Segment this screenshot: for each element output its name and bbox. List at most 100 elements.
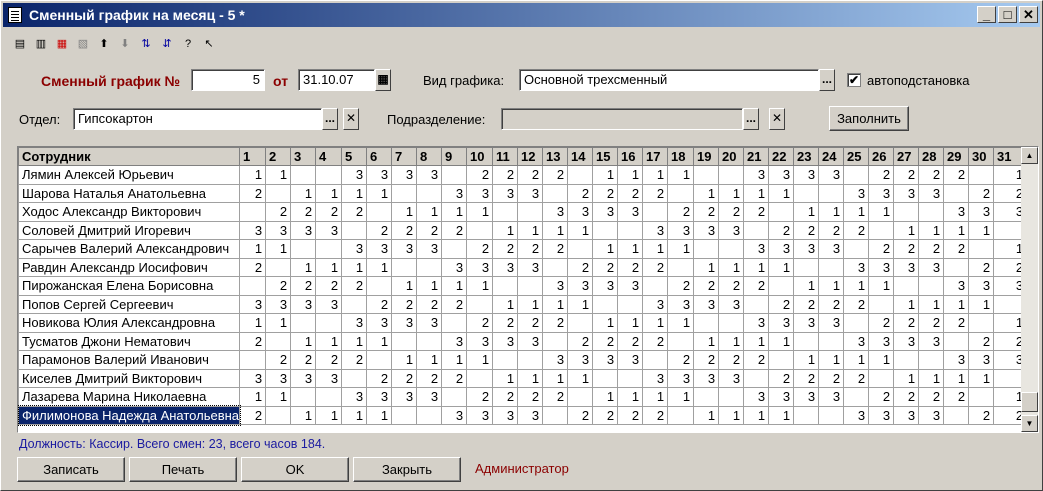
shift-cell[interactable]: 3 [968, 350, 995, 370]
shift-cell[interactable]: 1 [265, 313, 292, 333]
scroll-thumb[interactable] [1021, 392, 1038, 412]
shift-cell[interactable]: 3 [918, 257, 945, 277]
shift-cell[interactable] [391, 183, 418, 203]
shift-cell[interactable]: 2 [416, 294, 443, 314]
shift-cell[interactable] [667, 405, 695, 425]
shift-cell[interactable]: 2 [517, 387, 544, 407]
day-column-header[interactable]: 5 [341, 147, 368, 166]
shift-cell[interactable]: 1 [290, 405, 317, 425]
employee-name-cell[interactable]: Шарова Наталья Анатольевна [18, 183, 241, 203]
shift-cell[interactable] [416, 405, 443, 425]
day-column-header[interactable]: 25 [843, 147, 870, 166]
shift-cell[interactable]: 1 [718, 183, 745, 203]
shift-cell[interactable]: 2 [592, 405, 619, 425]
shift-cell[interactable]: 2 [315, 202, 343, 222]
day-column-header[interactable]: 15 [592, 147, 619, 166]
shift-cell[interactable]: 2 [918, 165, 945, 185]
day-column-header[interactable]: 14 [567, 147, 594, 166]
table-row[interactable]: Киселев Дмитрий Викторович 3 3 3 3 2 2 2 2 1 1 1 1 3 3… [18, 368, 1028, 388]
shift-cell[interactable] [743, 368, 770, 388]
shift-cell[interactable]: 3 [567, 350, 594, 370]
day-column-header[interactable]: 27 [893, 147, 920, 166]
shift-cell[interactable]: 2 [441, 294, 468, 314]
autosubstitution-checkbox[interactable]: ✔ [847, 73, 861, 87]
schedule-grid[interactable]: Сотрудник 1 2 3 4 5 6 7 8 9 10 11 12 13 14 15 16 17 18 19 20… [17, 146, 1039, 433]
shift-cell[interactable] [239, 350, 267, 370]
employee-name-cell[interactable]: Сарычев Валерий Александрович [18, 239, 241, 259]
shift-cell[interactable]: 3 [743, 313, 770, 333]
shift-cell[interactable]: 3 [843, 183, 870, 203]
shift-cell[interactable]: 2 [265, 202, 292, 222]
close-button[interactable]: ✕ [1019, 6, 1038, 23]
shift-cell[interactable]: 2 [466, 313, 494, 333]
shift-cell[interactable] [366, 350, 393, 370]
delete-row-icon[interactable]: ▦ [53, 35, 71, 53]
shift-cell[interactable]: 2 [818, 294, 845, 314]
shift-cell[interactable] [391, 257, 418, 277]
shift-cell[interactable]: 1 [567, 294, 594, 314]
shift-cell[interactable]: 1 [341, 183, 368, 203]
shift-cell[interactable]: 1 [466, 276, 494, 296]
shift-cell[interactable] [968, 239, 995, 259]
copy-row-icon[interactable]: ▥ [32, 35, 50, 53]
shift-cell[interactable]: 3 [517, 183, 544, 203]
shift-cell[interactable]: 2 [542, 387, 569, 407]
shift-cell[interactable]: 3 [239, 368, 267, 388]
vertical-scrollbar[interactable]: ▲ ▼ [1021, 147, 1038, 432]
shift-cell[interactable]: 2 [793, 368, 820, 388]
shift-cell[interactable] [693, 165, 720, 185]
shift-cell[interactable]: 2 [693, 350, 720, 370]
shift-cell[interactable]: 3 [918, 183, 945, 203]
shift-cell[interactable]: 1 [466, 202, 494, 222]
shift-cell[interactable]: 1 [366, 405, 393, 425]
shift-cell[interactable]: 3 [416, 387, 443, 407]
employee-name-cell[interactable]: Новикова Юлия Александровна [18, 313, 241, 333]
shift-cell[interactable]: 3 [893, 183, 920, 203]
shift-cell[interactable]: 1 [492, 220, 519, 240]
shift-cell[interactable]: 2 [868, 387, 895, 407]
shift-cell[interactable] [441, 165, 468, 185]
shift-cell[interactable]: 3 [567, 202, 594, 222]
shift-cell[interactable]: 3 [768, 387, 795, 407]
shift-cell[interactable]: 3 [542, 276, 569, 296]
shift-cell[interactable]: 2 [567, 331, 594, 351]
shift-cell[interactable] [693, 239, 720, 259]
shift-cell[interactable]: 2 [843, 294, 870, 314]
shift-cell[interactable]: 1 [416, 350, 443, 370]
shift-cell[interactable]: 1 [290, 331, 317, 351]
shift-cell[interactable]: 2 [818, 368, 845, 388]
shift-cell[interactable] [918, 276, 945, 296]
employee-name-cell[interactable]: Равдин Александр Иосифович [18, 257, 241, 277]
shift-cell[interactable]: 1 [239, 239, 267, 259]
shift-cell[interactable]: 1 [968, 294, 995, 314]
shift-cell[interactable] [315, 165, 343, 185]
shift-cell[interactable]: 3 [718, 368, 745, 388]
shift-cell[interactable]: 3 [793, 165, 820, 185]
day-column-header[interactable]: 7 [391, 147, 418, 166]
shift-cell[interactable] [718, 313, 745, 333]
shift-cell[interactable]: 1 [667, 313, 695, 333]
shift-cell[interactable]: 3 [265, 294, 292, 314]
shift-cell[interactable] [893, 276, 920, 296]
sort-descending-icon[interactable]: ⇵ [158, 35, 176, 53]
sort-ascending-icon[interactable]: ⇅ [137, 35, 155, 53]
shift-cell[interactable]: 3 [466, 331, 494, 351]
shift-cell[interactable]: 3 [793, 239, 820, 259]
shift-cell[interactable] [265, 405, 292, 425]
day-column-header[interactable]: 29 [943, 147, 970, 166]
shift-cell[interactable] [567, 387, 594, 407]
shift-cell[interactable]: 1 [868, 276, 895, 296]
shift-cell[interactable]: 1 [517, 368, 544, 388]
shift-cell[interactable]: 3 [391, 165, 418, 185]
employee-name-cell[interactable]: Ходос Александр Викторович [18, 202, 241, 222]
shift-cell[interactable]: 1 [391, 276, 418, 296]
shift-cell[interactable]: 2 [341, 350, 368, 370]
shift-cell[interactable]: 1 [441, 350, 468, 370]
shift-cell[interactable] [517, 202, 544, 222]
shift-cell[interactable]: 1 [542, 294, 569, 314]
day-column-header[interactable]: 12 [517, 147, 544, 166]
shift-cell[interactable]: 3 [290, 220, 317, 240]
shift-cell[interactable] [542, 257, 569, 277]
shift-cell[interactable]: 1 [642, 387, 669, 407]
shift-cell[interactable] [617, 220, 644, 240]
